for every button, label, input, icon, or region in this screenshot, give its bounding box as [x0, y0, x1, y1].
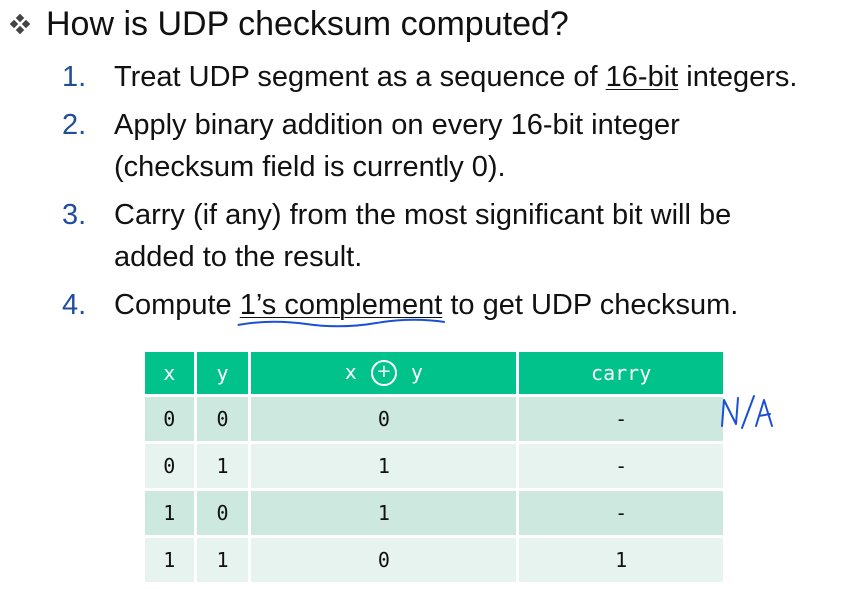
step-item: 1. Treat UDP segment as a sequence of 16…	[62, 56, 852, 98]
table-cell: 1	[517, 535, 723, 582]
table-cell: 1	[195, 441, 252, 490]
step-text-pre: Compute	[114, 289, 240, 321]
table-cell: -	[517, 488, 723, 537]
step-item: 3. Carry (if any) from the most signific…	[62, 194, 852, 278]
table-row: 1 1 0 1	[145, 535, 723, 582]
step-number: 1.	[62, 61, 87, 93]
step-text-post: to get UDP checksum.	[442, 289, 739, 321]
step-text: Carry (if any) from the most significant…	[62, 194, 852, 278]
step-text-line2: (checksum field is currently 0).	[114, 151, 506, 183]
step-text: Compute 1’s complement to get UDP checks…	[62, 284, 852, 328]
slide-title: How is UDP checksum computed?	[9, 2, 569, 46]
xor-circle-icon: +	[370, 360, 397, 387]
step-text: Treat UDP segment as a sequence of 16-bi…	[62, 56, 852, 98]
column-header-xor: x + y	[249, 352, 520, 396]
diamond-bullet-icon	[9, 13, 31, 35]
underlined-term: 16-bit	[605, 61, 679, 93]
table-cell: 0	[195, 394, 252, 443]
step-item: 4. Compute 1’s complement to get UDP che…	[62, 284, 852, 328]
step-number: 3.	[62, 199, 87, 231]
table-cell: 1	[145, 488, 197, 537]
step-text: Apply binary addition on every 16-bit in…	[62, 104, 852, 188]
table-cell: 1	[195, 535, 252, 582]
table-row: 1 0 1 -	[145, 488, 723, 537]
step-number: 4.	[62, 289, 87, 321]
step-text-line2: added to the result.	[114, 241, 363, 273]
step-text-pre: Treat UDP segment as a sequence of	[114, 61, 606, 93]
handwritten-na-annotation	[721, 395, 773, 429]
table-cell: 0	[145, 394, 197, 443]
slide-title-text: How is UDP checksum computed?	[46, 5, 569, 43]
underlined-term: 1’s complement	[237, 289, 445, 328]
table-cell: 0	[249, 535, 520, 582]
table-cell: 0	[195, 488, 252, 537]
table-row: 0 1 1 -	[145, 441, 723, 490]
table-cell: 0	[249, 394, 520, 443]
table-cell: 0	[145, 441, 197, 490]
column-header-x: x	[145, 352, 197, 396]
table-cell: 1	[145, 535, 197, 582]
table-cell: -	[517, 394, 723, 443]
step-text-line1: Apply binary addition on every 16-bit in…	[114, 109, 680, 141]
xor-header-y: y	[410, 359, 423, 384]
table-cell: -	[517, 441, 723, 490]
table-cell: 1	[249, 441, 520, 490]
step-list: 1. Treat UDP segment as a sequence of 16…	[62, 56, 852, 332]
step-number: 2.	[62, 109, 87, 141]
step-text-post: integers.	[678, 61, 798, 93]
xor-header-x: x	[344, 359, 357, 384]
table-header-row: x y x + y carry	[145, 352, 723, 396]
table-row: 0 0 0 -	[145, 394, 723, 443]
column-header-carry: carry	[517, 352, 723, 396]
handwritten-underline-icon	[237, 318, 445, 328]
step-item: 2. Apply binary addition on every 16-bit…	[62, 104, 852, 188]
xor-truth-table: x y x + y carry 0 0 0 - 0 1 1 - 1 0 1 - …	[145, 352, 723, 582]
column-header-y: y	[195, 352, 252, 396]
table-cell: 1	[249, 488, 520, 537]
step-text-line1: Carry (if any) from the most significant…	[114, 199, 732, 231]
